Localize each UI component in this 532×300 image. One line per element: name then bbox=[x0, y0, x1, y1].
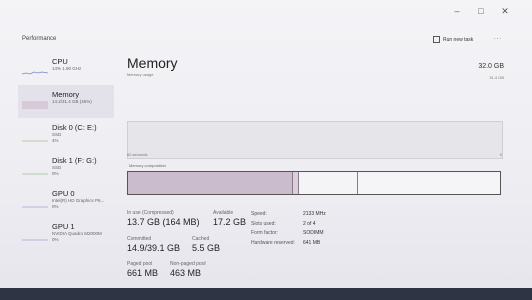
minimize-button[interactable]: – bbox=[452, 6, 462, 17]
sidebar-item-title: Disk 1 (F: G:) bbox=[52, 156, 97, 165]
hw-label: Form factor: bbox=[251, 230, 278, 236]
sidebar-item-title: Disk 0 (C: E:) bbox=[52, 123, 97, 132]
sidebar: CPU 14% 1.90 GHz Memory 14.2/31.4 GB (45… bbox=[18, 52, 114, 250]
sidebar-item-memory[interactable]: Memory 14.2/31.4 GB (45%) bbox=[18, 85, 114, 118]
task-manager-window: – □ ✕ Performance Run new task ... CPU 1… bbox=[0, 0, 532, 300]
sidebar-item-gpu1[interactable]: GPU 1 NVIDIA Quadro M2000M 0% bbox=[18, 217, 114, 250]
composition-in-use bbox=[128, 172, 293, 194]
cpu-sparkline-icon bbox=[22, 71, 48, 75]
hw-row-form: Form factor: SODIMM bbox=[251, 229, 326, 239]
stat-cached: Cached 5.5 GB bbox=[192, 236, 220, 253]
hardware-info: Speed: 2133 MHz Slots used: 2 of 4 Form … bbox=[251, 210, 326, 248]
stat-value: 14.9/39.1 GB bbox=[127, 243, 181, 253]
memory-composition-bar bbox=[127, 171, 501, 195]
gpu-sparkline-icon bbox=[22, 239, 48, 241]
gpu-sparkline-icon bbox=[22, 206, 48, 208]
sidebar-item-title: GPU 0 bbox=[52, 189, 75, 198]
sidebar-item-title: CPU bbox=[52, 57, 68, 66]
graph-time-label: 60 seconds bbox=[127, 152, 148, 157]
sidebar-item-disk0[interactable]: Disk 0 (C: E:) SSD 4% bbox=[18, 118, 114, 151]
sidebar-item-title: Memory bbox=[52, 90, 80, 99]
disk-sparkline-icon bbox=[22, 140, 48, 142]
hw-value: 2133 MHz bbox=[303, 211, 326, 217]
graph-zero-label: 0 bbox=[499, 152, 502, 157]
stat-value: 463 MB bbox=[170, 268, 202, 278]
stat-committed: Committed 14.9/39.1 GB bbox=[127, 236, 180, 253]
panel-title: Memory bbox=[127, 55, 178, 71]
hw-row-reserved: Hardware reserved: 641 MB bbox=[251, 239, 326, 249]
hw-label: Slots used: bbox=[251, 220, 276, 227]
memory-usage-graph bbox=[127, 121, 503, 159]
stat-label: In use (Compressed) bbox=[127, 210, 174, 216]
stat-value: 661 MB bbox=[127, 268, 159, 278]
sidebar-item-sub2: 4% bbox=[52, 138, 59, 143]
hw-row-slots: Slots used: 2 of 4 bbox=[251, 220, 326, 230]
memory-sparkline-icon bbox=[22, 101, 48, 109]
run-task-icon bbox=[433, 36, 440, 43]
stat-value: 13.7 GB (164 MB) bbox=[127, 217, 200, 227]
stat-label: Paged pool bbox=[127, 261, 153, 267]
composition-free bbox=[358, 172, 500, 194]
hw-row-speed: Speed: 2133 MHz bbox=[251, 210, 326, 220]
more-options-button[interactable]: ... bbox=[494, 35, 502, 41]
hw-label: Speed: bbox=[251, 211, 267, 217]
sidebar-item-title: GPU 1 bbox=[52, 222, 75, 231]
stat-label: Cached bbox=[192, 236, 210, 242]
stat-label: Non-paged pool bbox=[170, 261, 206, 267]
sidebar-item-sub2: 0% bbox=[52, 237, 59, 242]
run-task-label: Run new task bbox=[443, 36, 474, 43]
stat-in-use: In use (Compressed) 13.7 GB (164 MB) bbox=[127, 210, 200, 227]
screen-bezel bbox=[0, 288, 532, 300]
window-controls: – □ ✕ bbox=[452, 6, 510, 17]
stat-label: Available bbox=[213, 210, 234, 216]
memory-usage-label: Memory usage bbox=[127, 72, 154, 77]
sidebar-item-gpu0[interactable]: GPU 0 Intel(R) HD Graphics P6... 0% bbox=[18, 184, 114, 217]
run-new-task-button[interactable]: Run new task bbox=[433, 36, 473, 43]
maximize-button[interactable]: □ bbox=[476, 6, 486, 17]
hw-value: 2 of 4 bbox=[303, 220, 316, 227]
disk-sparkline-icon bbox=[22, 173, 48, 175]
stat-available: Available 17.2 GB bbox=[213, 210, 246, 227]
memory-usage-max: 31.4 GB bbox=[489, 75, 504, 80]
stat-value: 5.5 GB bbox=[192, 243, 221, 253]
page-title: Performance bbox=[22, 36, 57, 42]
memory-panel: Memory 32.0 GB Memory usage 31.4 GB 60 s… bbox=[127, 55, 504, 278]
sidebar-item-sub2: 0% bbox=[52, 171, 59, 176]
memory-capacity: 32.0 GB bbox=[478, 63, 504, 70]
stat-label: Committed bbox=[127, 236, 152, 242]
sidebar-item-sub: 14% 1.90 GHz bbox=[52, 66, 82, 71]
stat-paged-pool: Paged pool 661 MB bbox=[127, 261, 158, 278]
sidebar-item-sub2: 0% bbox=[52, 204, 59, 209]
hw-label: Hardware reserved: bbox=[251, 239, 295, 246]
stat-value: 17.2 GB bbox=[213, 217, 247, 227]
composition-standby bbox=[299, 172, 358, 194]
sidebar-item-cpu[interactable]: CPU 14% 1.90 GHz bbox=[18, 52, 114, 85]
sidebar-item-disk1[interactable]: Disk 1 (F: G:) SSD 0% bbox=[18, 151, 114, 184]
hw-value: SODIMM bbox=[303, 230, 324, 236]
composition-label: Memory composition bbox=[129, 163, 166, 168]
stat-nonpaged-pool: Non-paged pool 463 MB bbox=[170, 261, 206, 278]
hw-value: 641 MB bbox=[303, 239, 321, 246]
close-button[interactable]: ✕ bbox=[500, 6, 510, 17]
sidebar-item-sub: 14.2/31.4 GB (45%) bbox=[52, 99, 92, 104]
